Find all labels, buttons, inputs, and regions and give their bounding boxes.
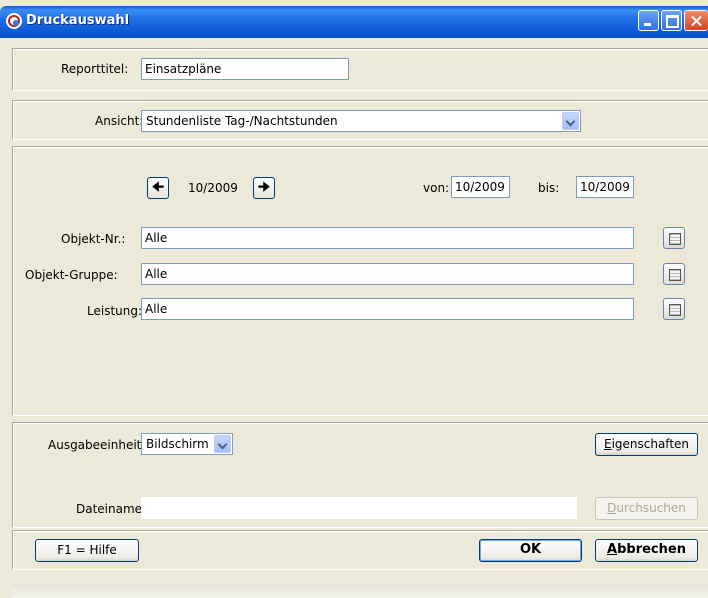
close-button[interactable] [684,10,708,31]
previous-period-button[interactable]: 🠈 [147,177,169,199]
view-select-value: Stundenliste Tag-/Nachtstunden [146,114,338,128]
filename-label: Dateiname: [76,502,147,516]
browse-button[interactable]: Durchsuchen [595,497,698,520]
output-device-value: Bildschirm [146,437,209,451]
current-period-label: 10/2009 [188,181,238,195]
output-device-select[interactable]: Bildschirm [141,433,233,455]
status-bar [12,584,708,598]
service-input[interactable]: Alle [141,298,634,320]
window-title: Druckauswahl [26,13,130,28]
service-lookup-button[interactable] [663,298,685,320]
object-group-lookup-button[interactable] [663,263,685,285]
filter-label: Leistung: [87,304,143,318]
view-select[interactable]: Stundenliste Tag-/Nachtstunden [141,110,581,132]
minimize-button[interactable] [638,10,659,31]
filename-input[interactable] [141,497,577,519]
view-label: Ansicht: [95,114,144,128]
properties-button[interactable]: Eigenschaften [595,433,698,456]
from-period-input[interactable]: 10/2009 [451,176,510,198]
ok-button[interactable]: OK [479,539,582,562]
view-panel: Ansicht: Stundenliste Tag-/Nachtstunden [12,100,708,140]
maximize-button[interactable] [661,10,682,31]
arrow-left-icon: 🠈 [151,180,165,195]
object-group-input[interactable]: Alle [141,263,634,285]
report-title-label: Reporttitel: [61,62,129,76]
properties-label: igenschaften [611,437,690,451]
cancel-button[interactable]: Abbrechen [595,539,698,562]
browse-label: urchsuchen [616,501,686,515]
browse-accesskey: D [607,501,617,515]
chevron-down-icon[interactable] [214,435,231,453]
to-period-input[interactable]: 10/2009 [576,176,634,198]
report-title-input[interactable]: Einsatzpläne [141,58,349,80]
output-device-label: Ausgabeeinheit: [48,438,146,452]
arrow-right-icon: 🠊 [257,180,271,195]
filter-label: Objekt-Nr.: [61,232,126,246]
to-label: bis: [538,181,560,195]
object-number-lookup-button[interactable] [663,227,685,249]
object-number-input[interactable]: Alle [141,227,634,249]
footer-panel: F1 = Hilfe OK Abbrechen [12,530,708,570]
selection-panel: 🠈 10/2009 🠊 von: 10/2009 bis: 10/2009 Ob… [12,146,708,416]
from-label: von: [423,181,450,195]
output-panel: Ausgabeeinheit: Bildschirm Eigenschaften… [12,422,708,528]
cancel-accesskey: A [607,542,618,557]
properties-accesskey: E [603,437,612,451]
cancel-label: bbrechen [617,542,686,557]
app-icon [6,13,22,29]
title-bar[interactable]: Druckauswahl [0,6,708,38]
filter-label: Objekt-Gruppe: [25,268,118,282]
dialog-window: Druckauswahl Reporttitel: Einsatzpläne A… [0,0,708,598]
help-button[interactable]: F1 = Hilfe [35,539,139,562]
report-title-panel: Reporttitel: Einsatzpläne [12,48,708,91]
next-period-button[interactable]: 🠊 [253,177,275,199]
chevron-down-icon[interactable] [562,112,579,130]
